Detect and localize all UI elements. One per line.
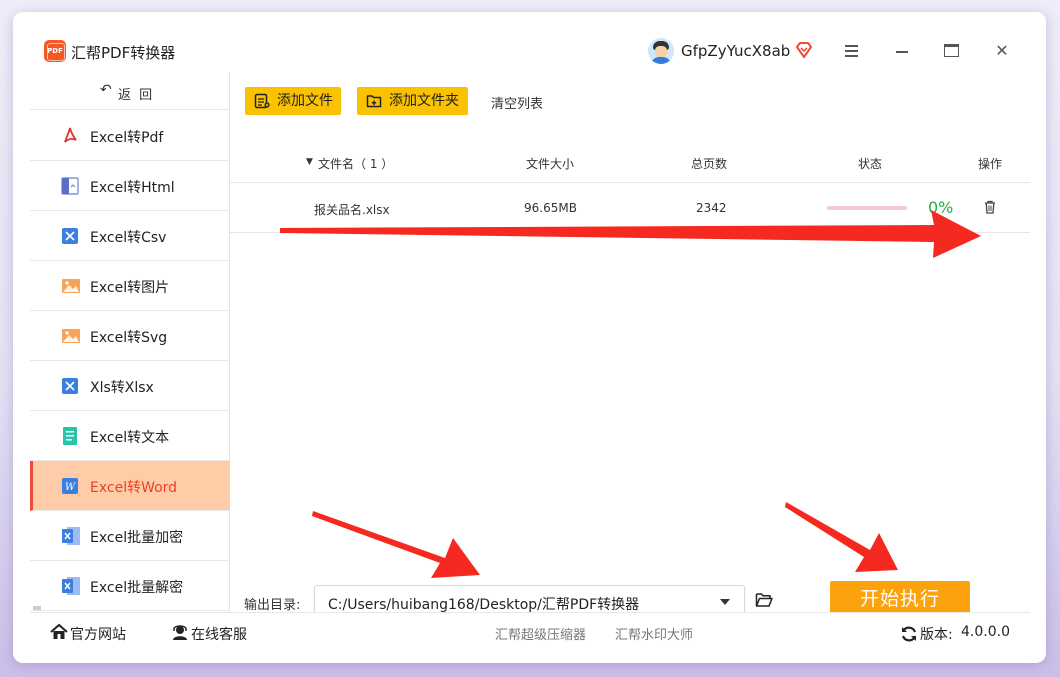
text-icon <box>63 427 77 445</box>
minimize-icon <box>896 51 908 53</box>
sidebar-item-excel-to-svg[interactable]: Excel转Svg <box>30 311 230 361</box>
sidebar-item-excel-to-image[interactable]: Excel转图片 <box>30 261 230 311</box>
sidebar-item-label: Excel批量解密 <box>90 580 184 596</box>
table-row[interactable]: 报关品名.xlsx 96.65MB 2342 0% <box>230 183 1030 233</box>
column-header-status: 状态 <box>858 157 883 171</box>
csv-icon <box>62 228 78 244</box>
decrypt-icon <box>62 577 80 595</box>
clear-list-button[interactable]: 清空列表 <box>491 93 543 112</box>
username[interactable]: GfpZyYucX8ab <box>681 42 790 60</box>
add-file-button[interactable]: 添加文件 <box>245 87 341 115</box>
file-name: 报关品名.xlsx <box>314 203 390 217</box>
svg-image-icon <box>62 329 80 343</box>
page-count: 2342 <box>696 201 727 215</box>
pdf-icon <box>64 127 77 143</box>
sidebar-item-excel-batch-encrypt[interactable]: Excel批量加密 <box>30 511 230 561</box>
word-icon: W <box>62 478 78 494</box>
sidebar-item-xls-to-xlsx[interactable]: Xls转Xlsx <box>30 361 230 411</box>
close-button[interactable]: ✕ <box>991 40 1013 62</box>
file-size: 96.65MB <box>524 201 577 215</box>
sidebar-item-excel-to-text[interactable]: Excel转文本 <box>30 411 230 461</box>
sidebar-scrollbar[interactable] <box>33 606 41 610</box>
output-dir-value: C:/Users/huibang168/Desktop/汇帮PDF转换器 <box>328 597 640 613</box>
svg-text:W: W <box>65 482 76 493</box>
back-arrow-icon: ↶ <box>100 82 112 98</box>
close-icon: ✕ <box>995 41 1009 60</box>
version-label: 版本: <box>920 627 953 643</box>
back-label: 返 回 <box>118 88 155 103</box>
vip-diamond-icon[interactable] <box>794 40 814 60</box>
sidebar: ↶ 返 回 Excel转Pdf Excel转Html Excel转Csv Exc… <box>30 72 230 612</box>
hamburger-icon <box>845 45 858 47</box>
sidebar-item-label: Excel转Word <box>90 480 178 496</box>
add-folder-icon <box>366 95 382 108</box>
user-avatar[interactable] <box>648 38 674 64</box>
watermark-link[interactable]: 汇帮水印大师 <box>615 624 693 643</box>
sidebar-item-label: Excel批量加密 <box>90 530 184 546</box>
file-table-header: ▼ 文件名（ 1 ） 文件大小 总页数 状态 操作 <box>230 137 1030 183</box>
sidebar-item-label: Excel转图片 <box>90 280 170 296</box>
sidebar-item-excel-to-html[interactable]: Excel转Html <box>30 161 230 211</box>
compressor-link[interactable]: 汇帮超级压缩器 <box>495 624 586 643</box>
sidebar-item-excel-to-pdf[interactable]: Excel转Pdf <box>30 111 230 161</box>
column-header-action: 操作 <box>978 157 1003 171</box>
refresh-icon[interactable] <box>900 625 918 643</box>
app-window: PDF 汇帮PDF转换器 GfpZyYucX8ab ✕ ↶ 返 回 Excel转… <box>13 12 1046 663</box>
chevron-down-icon <box>720 599 730 605</box>
column-header-pages: 总页数 <box>691 157 728 171</box>
maximize-icon <box>944 44 959 57</box>
bottom-bar: 官方网站 在线客服 汇帮超级压缩器 汇帮水印大师 版本: 4.0.0.0 <box>30 612 1030 652</box>
xlsx-icon <box>62 378 78 394</box>
progress-bar <box>827 206 907 210</box>
add-folder-label: 添加文件夹 <box>389 93 459 109</box>
sidebar-item-excel-to-csv[interactable]: Excel转Csv <box>30 211 230 261</box>
version-number: 4.0.0.0 <box>961 624 1010 640</box>
title-bar: PDF 汇帮PDF转换器 GfpZyYucX8ab ✕ <box>13 12 1046 72</box>
app-logo-icon: PDF <box>44 40 66 62</box>
add-folder-button[interactable]: 添加文件夹 <box>357 87 468 115</box>
image-icon <box>62 279 80 293</box>
sidebar-item-label: Excel转Html <box>90 180 175 196</box>
add-file-label: 添加文件 <box>277 93 333 109</box>
official-website-link[interactable]: 官方网站 <box>70 624 126 644</box>
home-icon <box>50 623 68 639</box>
html-icon <box>61 177 79 195</box>
output-dir-label: 输出目录: <box>244 598 301 613</box>
encrypt-icon <box>62 527 80 545</box>
sidebar-item-excel-batch-decrypt[interactable]: Excel批量解密 <box>30 561 230 611</box>
sidebar-item-label: Excel转文本 <box>90 430 170 446</box>
app-title: 汇帮PDF转换器 <box>71 44 176 62</box>
sidebar-item-label: Excel转Csv <box>90 230 167 246</box>
delete-icon[interactable] <box>984 200 996 214</box>
sidebar-item-label: Xls转Xlsx <box>90 380 154 396</box>
sidebar-item-excel-to-word[interactable]: W Excel转Word <box>30 461 230 511</box>
back-button[interactable]: ↶ 返 回 <box>30 72 230 110</box>
sort-desc-icon[interactable]: ▼ <box>306 157 313 167</box>
open-folder-icon[interactable] <box>755 592 773 608</box>
main-panel: 添加文件 添加文件夹 清空列表 ▼ 文件名（ 1 ） 文件大小 总页数 状态 操… <box>230 72 1030 618</box>
maximize-button[interactable] <box>941 40 963 62</box>
progress-percent: 0% <box>928 198 954 217</box>
column-header-filename[interactable]: 文件名（ 1 ） <box>318 155 393 172</box>
menu-button[interactable] <box>841 40 863 62</box>
sidebar-item-label: Excel转Svg <box>90 330 168 346</box>
minimize-button[interactable] <box>891 40 913 62</box>
online-support-link[interactable]: 在线客服 <box>191 624 247 644</box>
sidebar-item-label: Excel转Pdf <box>90 130 164 146</box>
support-icon <box>173 625 187 640</box>
add-file-icon <box>254 93 270 109</box>
column-header-size: 文件大小 <box>526 157 575 171</box>
